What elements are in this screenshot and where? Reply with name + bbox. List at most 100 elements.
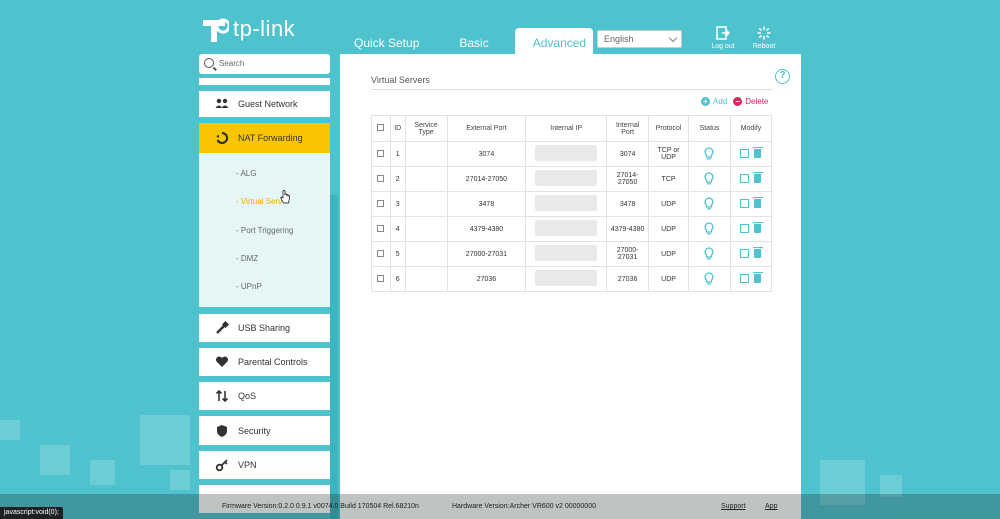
table-row[interactable]: 5 27000-27031 27000-27031 UDP: [371, 241, 773, 267]
sidebar-scrollbar[interactable]: [330, 195, 338, 519]
select-all-checkbox[interactable]: [377, 124, 385, 131]
table-row[interactable]: 2 27014-27050 27014-27050 TCP: [371, 166, 773, 192]
trash-icon[interactable]: [752, 146, 763, 158]
cell-internal-port: 27036: [606, 266, 650, 292]
cell-external-port: 27014-27050: [446, 166, 527, 192]
sidebar-item-qos[interactable]: QoS: [199, 382, 330, 410]
tab-quick-setup[interactable]: Quick Setup: [340, 28, 433, 54]
cell-internal-ip: [525, 216, 608, 242]
bulb-status-icon[interactable]: [704, 221, 714, 235]
cell-internal-port: 27000-27031: [606, 241, 650, 267]
search-placeholder: Search: [219, 59, 245, 68]
cell-internal-ip: [525, 266, 608, 292]
row-checkbox[interactable]: [377, 224, 385, 232]
submenu-item-port-triggering[interactable]: - Port Triggering: [236, 226, 293, 235]
cell-modify: [729, 166, 773, 192]
bulb-status-icon[interactable]: [704, 271, 714, 285]
edit-icon[interactable]: [740, 198, 750, 208]
sidebar-item-security[interactable]: Security: [199, 416, 330, 445]
cell-external-port: 27000-27031: [446, 241, 527, 267]
submenu-item-alg[interactable]: - ALG: [236, 169, 256, 178]
language-select[interactable]: English: [597, 30, 682, 48]
sidebar-item-usb-sharing[interactable]: USB Sharing: [199, 314, 330, 342]
header-select-all: [371, 115, 391, 142]
app-link[interactable]: App: [765, 503, 777, 510]
cell-service-type: [404, 266, 448, 292]
submenu-item-dmz[interactable]: - DMZ: [236, 254, 258, 263]
cell-id: 5: [389, 241, 406, 267]
row-checkbox[interactable]: [377, 199, 385, 207]
reboot-label: Reboot: [752, 43, 776, 50]
cell-external-port: 3074: [446, 141, 527, 167]
sidebar-item-parental-controls[interactable]: Parental Controls: [199, 348, 330, 376]
row-checkbox[interactable]: [377, 249, 385, 257]
trash-icon[interactable]: [752, 171, 763, 183]
redacted-ip: [535, 245, 598, 261]
table-row[interactable]: 3 3478 3478 UDP: [371, 191, 773, 217]
brand-name: tp-link: [233, 16, 296, 41]
nat-forwarding-submenu: - ALG - Virtual Serv - Port Triggering -…: [199, 153, 330, 307]
sidebar-item-label: USB Sharing: [238, 323, 291, 333]
logout-label: Log out: [711, 43, 735, 50]
shield-icon: [217, 424, 227, 437]
guest-network-icon: [215, 98, 229, 108]
trash-icon[interactable]: [752, 196, 763, 208]
table-header-row: ID Service Type External Port Internal I…: [371, 115, 773, 142]
delete-button[interactable]: − Delete: [733, 97, 768, 106]
table-row[interactable]: 6 27036 27036 UDP: [371, 266, 773, 292]
sidebar-item-partial[interactable]: [199, 78, 330, 85]
reboot-button[interactable]: Reboot: [746, 26, 782, 50]
table-row[interactable]: 1 3074 3074 TCP or UDP: [371, 141, 773, 167]
column-header: Status: [688, 115, 731, 142]
tab-basic[interactable]: Basic: [433, 28, 514, 54]
bulb-status-icon[interactable]: [704, 171, 714, 185]
edit-icon[interactable]: [740, 248, 750, 258]
cell-protocol: UDP: [648, 266, 689, 292]
trash-icon[interactable]: [752, 221, 763, 233]
search-icon: [204, 58, 214, 68]
cell-protocol: TCP: [648, 166, 689, 192]
trash-icon[interactable]: [752, 271, 763, 283]
page-title: Virtual Servers: [371, 75, 430, 85]
add-button[interactable]: + Add: [701, 97, 727, 106]
cell-service-type: [404, 141, 448, 167]
bulb-status-icon[interactable]: [704, 196, 714, 210]
cell-status: [688, 241, 731, 267]
submenu-item-upnp[interactable]: - UPnP: [236, 282, 262, 291]
row-select-cell: [371, 166, 391, 192]
cell-internal-port: 27014-27050: [606, 166, 650, 192]
decor-square: [140, 415, 190, 465]
cell-modify: [729, 216, 773, 242]
cell-protocol: UDP: [648, 191, 689, 217]
logout-button[interactable]: Log out: [705, 26, 741, 50]
edit-icon[interactable]: [740, 173, 750, 183]
search-input[interactable]: Search: [199, 54, 330, 74]
column-header: ID: [389, 115, 406, 142]
tab-advanced[interactable]: Advanced: [514, 28, 593, 54]
submenu-item-virtual-servers[interactable]: - Virtual Serv: [236, 197, 282, 206]
sidebar-item-vpn[interactable]: VPN: [199, 451, 330, 479]
row-checkbox[interactable]: [377, 149, 385, 157]
sidebar-item-nat-forwarding[interactable]: NAT Forwarding: [199, 123, 330, 153]
tp-link-logo-icon: [203, 18, 229, 42]
content-panel: Virtual Servers ? + Add − Delete ID Serv…: [340, 54, 801, 519]
usb-icon: [216, 321, 229, 334]
row-checkbox[interactable]: [377, 174, 385, 182]
bulb-status-icon[interactable]: [704, 246, 714, 260]
support-link[interactable]: Support: [721, 503, 746, 510]
decor-square: [0, 420, 20, 440]
bulb-status-icon[interactable]: [704, 146, 714, 160]
help-icon[interactable]: ?: [775, 69, 790, 84]
row-checkbox[interactable]: [377, 274, 385, 282]
title-divider: [371, 89, 772, 90]
table-row[interactable]: 4 4379-4380 4379-4380 UDP: [371, 216, 773, 242]
sidebar-item-guest-network[interactable]: Guest Network: [199, 91, 330, 117]
plus-icon: +: [701, 97, 710, 106]
nat-forwarding-icon: [216, 131, 229, 145]
edit-icon[interactable]: [740, 148, 750, 158]
trash-icon[interactable]: [752, 246, 763, 258]
edit-icon[interactable]: [740, 273, 750, 283]
column-header: Modify: [729, 115, 773, 142]
column-header: Service Type: [404, 115, 448, 142]
edit-icon[interactable]: [740, 223, 750, 233]
